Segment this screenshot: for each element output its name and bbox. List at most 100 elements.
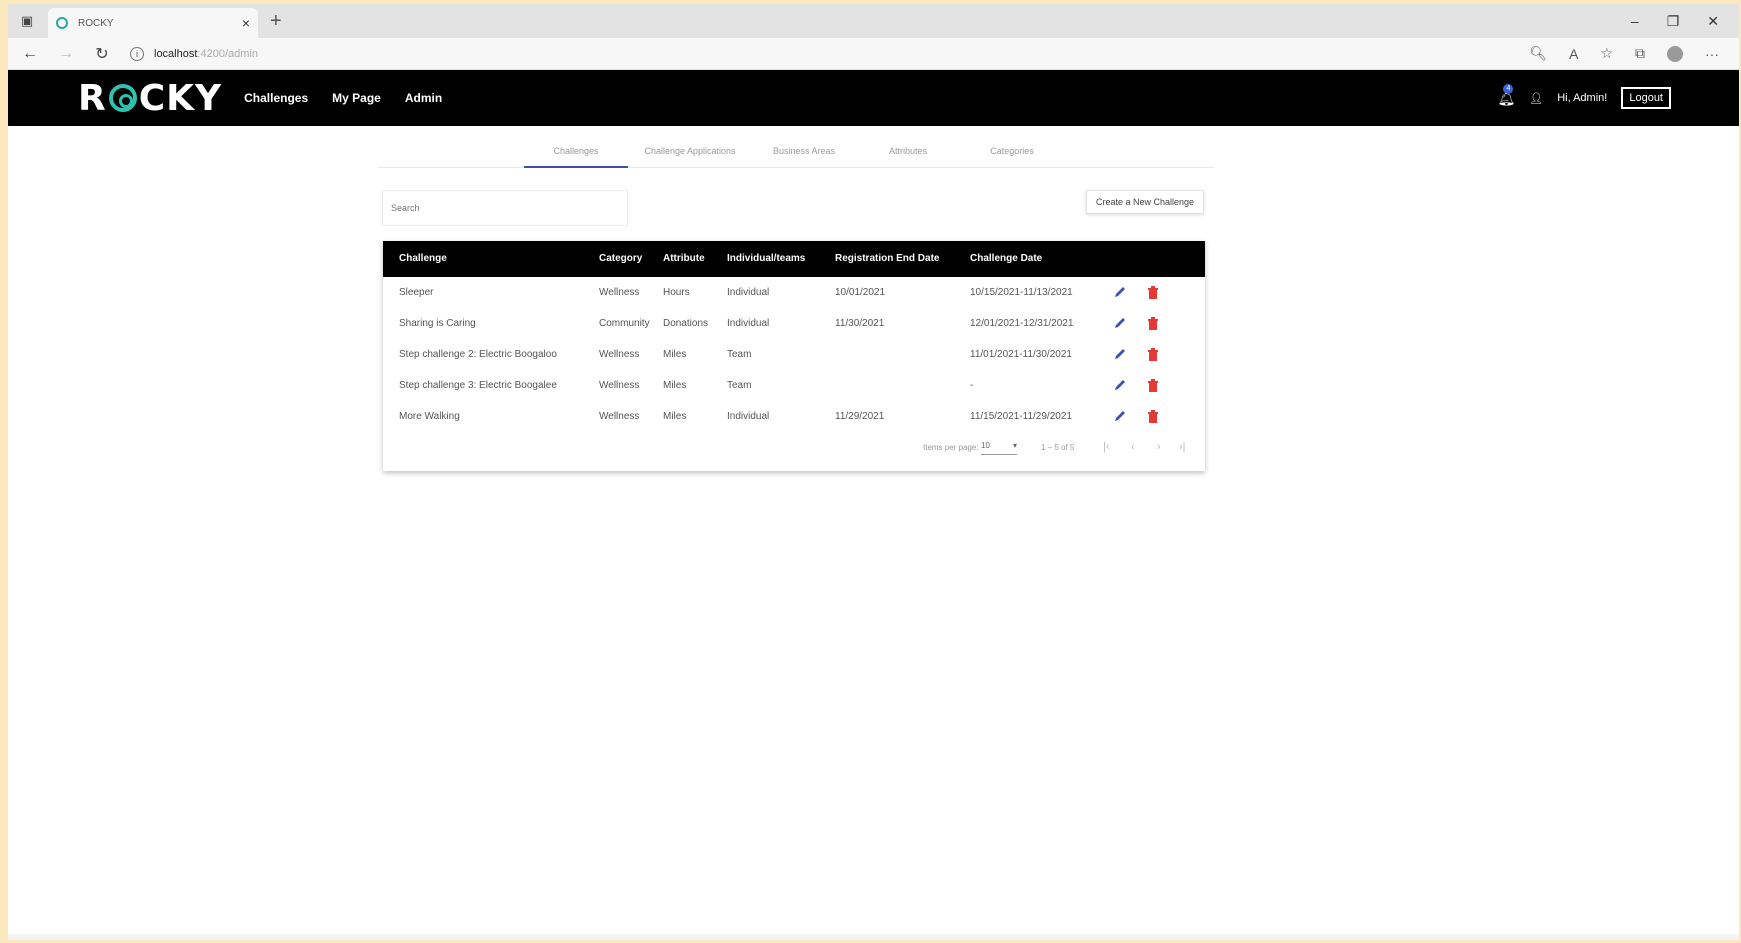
- cell-category: Wellness: [599, 349, 640, 360]
- cell-challenge: More Walking: [399, 411, 460, 422]
- new-tab-icon[interactable]: +: [270, 10, 282, 33]
- search-input[interactable]: [382, 190, 628, 226]
- table-header: Challenge Category Attribute Individual/…: [383, 241, 1205, 277]
- site-info-icon[interactable]: i: [130, 46, 144, 61]
- delete-icon[interactable]: [1148, 348, 1158, 361]
- cell-registration-end-date: 11/30/2021: [835, 318, 885, 329]
- range-label: 1 – 5 of 5: [1041, 443, 1075, 452]
- tab-attributes[interactable]: Attributes: [856, 134, 960, 168]
- logout-button[interactable]: Logout: [1621, 87, 1671, 109]
- delete-icon[interactable]: [1148, 317, 1158, 330]
- nav-challenges[interactable]: Challenges: [244, 91, 308, 105]
- back-icon[interactable]: ←: [16, 45, 44, 63]
- delete-icon[interactable]: [1148, 379, 1158, 392]
- forward-icon[interactable]: →: [52, 45, 80, 63]
- zoom-icon[interactable]: 🔍︎: [1529, 45, 1547, 62]
- browser-tab[interactable]: ROCKY ×: [48, 8, 258, 38]
- cell-category: Community: [599, 318, 650, 329]
- cell-category: Wellness: [599, 287, 640, 298]
- delete-icon[interactable]: [1148, 286, 1158, 299]
- table-row: Sleeper Wellness Hours Individual 10/01/2021…: [383, 277, 1205, 308]
- browser-tab-strip: ▣ ROCKY × + – ❐ ✕: [8, 4, 1739, 38]
- tab-actions-icon[interactable]: ▣: [16, 10, 38, 32]
- profile-icon[interactable]: [1667, 45, 1683, 62]
- browser-toolbar: 🔍︎ A ☆ ⧉ ···: [1529, 45, 1719, 62]
- cell-attribute: Donations: [663, 318, 709, 329]
- status-strip: [8, 934, 1739, 940]
- app-header: R CKY Challenges My Page Admin 🔔︎ 4 👤︎ H…: [8, 70, 1739, 126]
- tab-business-areas[interactable]: Business Areas: [752, 134, 856, 168]
- greeting: Hi, Admin!: [1557, 92, 1608, 104]
- table-row: Step challenge 3: Electric Boogalee Welln…: [383, 370, 1205, 401]
- collections-icon[interactable]: ⧉: [1635, 45, 1645, 62]
- col-registration-end-date[interactable]: Registration End Date: [835, 241, 939, 277]
- cell-attribute: Miles: [663, 380, 687, 391]
- minimize-icon[interactable]: –: [1631, 13, 1639, 30]
- window-controls: – ❐ ✕: [1631, 13, 1719, 30]
- tab-categories[interactable]: Categories: [960, 134, 1064, 168]
- user-icon[interactable]: 👤︎: [1529, 92, 1543, 105]
- cell-attribute: Miles: [663, 349, 687, 360]
- cell-attribute: Hours: [663, 287, 690, 298]
- col-challenge[interactable]: Challenge: [399, 241, 447, 277]
- first-page-icon[interactable]: |‹: [1103, 441, 1110, 453]
- restore-icon[interactable]: ❐: [1667, 13, 1680, 30]
- more-icon[interactable]: ···: [1705, 46, 1719, 62]
- cell-challenge: Sharing is Caring: [399, 318, 476, 329]
- logo-target-icon: [108, 84, 137, 112]
- page-size-value: 10: [981, 441, 990, 450]
- create-challenge-button[interactable]: Create a New Challenge: [1086, 190, 1204, 214]
- rocky-logo[interactable]: R CKY: [78, 78, 222, 119]
- challenges-table: Challenge Category Attribute Individual/…: [383, 241, 1205, 471]
- favorites-icon[interactable]: ☆: [1600, 45, 1613, 62]
- table-row: More Walking Wellness Miles Individual 11/29…: [383, 401, 1205, 432]
- tab-challenges[interactable]: Challenges: [524, 134, 628, 168]
- page-size-select[interactable]: 10 ▾: [981, 441, 1017, 455]
- notifications-bell-icon[interactable]: 🔔︎ 4: [1497, 83, 1515, 107]
- close-tab-icon[interactable]: ×: [242, 15, 250, 31]
- next-page-icon[interactable]: ›: [1157, 441, 1161, 453]
- refresh-icon[interactable]: ↻: [88, 44, 116, 64]
- cell-challenge-date: -: [970, 380, 974, 391]
- col-challenge-date[interactable]: Challenge Date: [970, 241, 1042, 277]
- table-row: Sharing is Caring Community Donations Indiv…: [383, 308, 1205, 339]
- user-area: 🔔︎ 4 👤︎ Hi, Admin! Logout: [1497, 83, 1671, 109]
- cell-challenge: Step challenge 2: Electric Boogaloo: [399, 349, 557, 360]
- cell-individual-teams: Individual: [727, 411, 770, 422]
- col-attribute[interactable]: Attribute: [663, 241, 705, 277]
- tab-challenge-applications[interactable]: Challenge Applications: [628, 134, 752, 168]
- logo-text-right: CKY: [138, 77, 223, 119]
- col-category[interactable]: Category: [599, 241, 642, 277]
- url-field[interactable]: i localhost :4200/admin: [130, 46, 258, 61]
- nav-admin[interactable]: Admin: [405, 91, 442, 105]
- app-nav: Challenges My Page Admin: [244, 91, 442, 105]
- browser-tab-title: ROCKY: [78, 17, 114, 29]
- edit-icon[interactable]: [1113, 378, 1127, 392]
- edit-icon[interactable]: [1113, 409, 1127, 423]
- prev-page-icon[interactable]: ‹: [1131, 441, 1135, 453]
- cell-challenge-date: 12/01/2021-12/31/2021: [970, 318, 1074, 329]
- logo-text-left: R: [78, 77, 107, 119]
- cell-category: Wellness: [599, 380, 640, 391]
- read-aloud-icon[interactable]: A: [1569, 46, 1578, 62]
- cell-challenge: Sleeper: [399, 287, 434, 298]
- table-body: Sleeper Wellness Hours Individual 10/01/2021…: [383, 277, 1205, 432]
- nav-my-page[interactable]: My Page: [332, 91, 381, 105]
- cell-challenge-date: 11/15/2021-11/29/2021: [970, 411, 1072, 422]
- col-individual-teams[interactable]: Individual/teams: [727, 241, 805, 277]
- items-per-page-label: Items per page:: [923, 443, 979, 452]
- notification-badge: 4: [1503, 83, 1514, 94]
- admin-tabs: Challenges Challenge Applications Busine…: [378, 134, 1214, 168]
- edit-icon[interactable]: [1113, 285, 1127, 299]
- cell-category: Wellness: [599, 411, 640, 422]
- delete-icon[interactable]: [1148, 410, 1158, 423]
- last-page-icon[interactable]: ›|: [1179, 441, 1186, 453]
- table-row: Step challenge 2: Electric Boogaloo Welln…: [383, 339, 1205, 370]
- site-favicon-icon: [56, 17, 68, 29]
- edit-icon[interactable]: [1113, 316, 1127, 330]
- cell-challenge: Step challenge 3: Electric Boogalee: [399, 380, 557, 391]
- paginator: Items per page: 10 ▾ 1 – 5 of 5 |‹ ‹ › ›…: [383, 437, 1205, 463]
- edit-icon[interactable]: [1113, 347, 1127, 361]
- close-window-icon[interactable]: ✕: [1707, 13, 1719, 30]
- cell-attribute: Miles: [663, 411, 687, 422]
